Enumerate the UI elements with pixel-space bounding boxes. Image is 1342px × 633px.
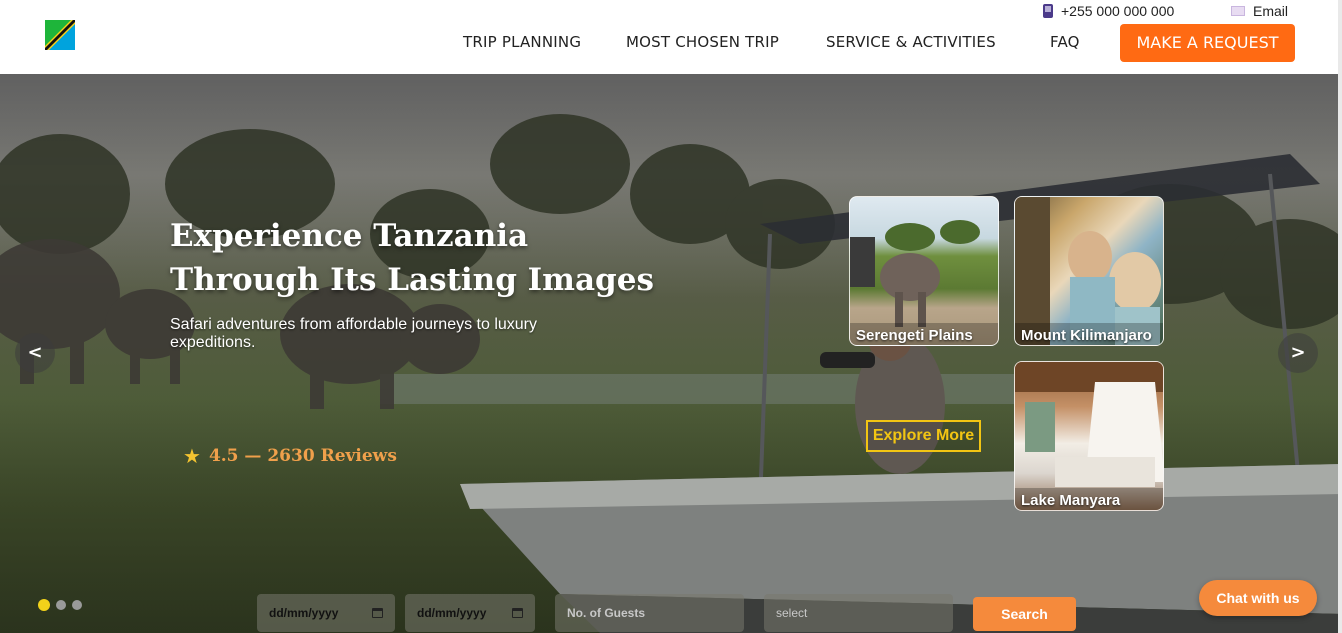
nav-trip-planning[interactable]: TRIP PLANNING — [463, 33, 581, 51]
mail-icon — [1231, 6, 1245, 16]
rating-summary: ★ 4.5 — 2630 Reviews — [183, 446, 397, 466]
destination-label: Serengeti Plains — [856, 327, 973, 344]
make-request-button[interactable]: MAKE A REQUEST — [1120, 24, 1295, 62]
phone-number: +255 000 000 000 — [1061, 3, 1175, 19]
rating-text: 4.5 — 2630 Reviews — [208, 446, 397, 466]
guests-input[interactable]: No. of Guests — [555, 594, 744, 632]
calendar-icon[interactable] — [372, 608, 383, 618]
email-label: Email — [1253, 3, 1289, 19]
next-slide-button[interactable]: > — [1278, 333, 1318, 373]
chat-with-us-button[interactable]: Chat with us — [1199, 580, 1317, 616]
nav-faq[interactable]: FAQ — [1050, 33, 1080, 51]
page-scrollbar[interactable] — [1338, 0, 1342, 633]
hero-subtitle: Safari adventures from affordable journe… — [170, 316, 538, 351]
destination-card-kilimanjaro[interactable]: Mount Kilimanjaro — [1014, 196, 1164, 346]
end-date-input[interactable]: dd/mm/yyyy — [405, 594, 535, 632]
phone-contact[interactable]: +255 000 000 000 — [1043, 3, 1174, 19]
booking-search-bar: dd/mm/yyyy dd/mm/yyyy No. of Guests sele… — [0, 594, 1342, 633]
hero-slider: Experience Tanzania Through Its Lasting … — [0, 74, 1342, 633]
nav-service-activities[interactable]: SERVICE & ACTIVITIES — [826, 33, 996, 51]
destination-card-serengeti[interactable]: Serengeti Plains — [849, 196, 999, 346]
end-date-placeholder: dd/mm/yyyy — [417, 606, 487, 620]
trip-type-select[interactable]: select — [764, 594, 953, 632]
nav-most-chosen-trip[interactable]: MOST CHOSEN TRIP — [626, 33, 779, 51]
phone-icon — [1043, 4, 1053, 18]
explore-more-button[interactable]: Explore More — [866, 420, 981, 452]
start-date-input[interactable]: dd/mm/yyyy — [257, 594, 395, 632]
hero-background-image — [0, 114, 1342, 633]
contact-bar: +255 000 000 000 Email — [0, 3, 1342, 21]
start-date-placeholder: dd/mm/yyyy — [269, 606, 339, 620]
hero-title-line1: Experience Tanzania — [170, 218, 529, 254]
destination-label: Lake Manyara — [1021, 492, 1121, 509]
site-header: +255 000 000 000 Email TRIP PLANNING MOS… — [0, 0, 1342, 74]
main-nav: TRIP PLANNING MOST CHOSEN TRIP SERVICE &… — [0, 24, 1342, 62]
destination-card-manyara[interactable]: Lake Manyara — [1014, 361, 1164, 511]
prev-slide-button[interactable]: < — [15, 333, 55, 373]
destination-label: Mount Kilimanjaro — [1021, 327, 1152, 344]
star-icon: ★ — [183, 444, 201, 468]
email-contact[interactable]: Email — [1231, 3, 1288, 19]
search-button[interactable]: Search — [973, 597, 1076, 631]
hero-title: Experience Tanzania Through Its Lasting … — [170, 214, 690, 302]
hero-title-line2: Through Its Lasting Images — [170, 262, 654, 298]
calendar-icon[interactable] — [512, 608, 523, 618]
